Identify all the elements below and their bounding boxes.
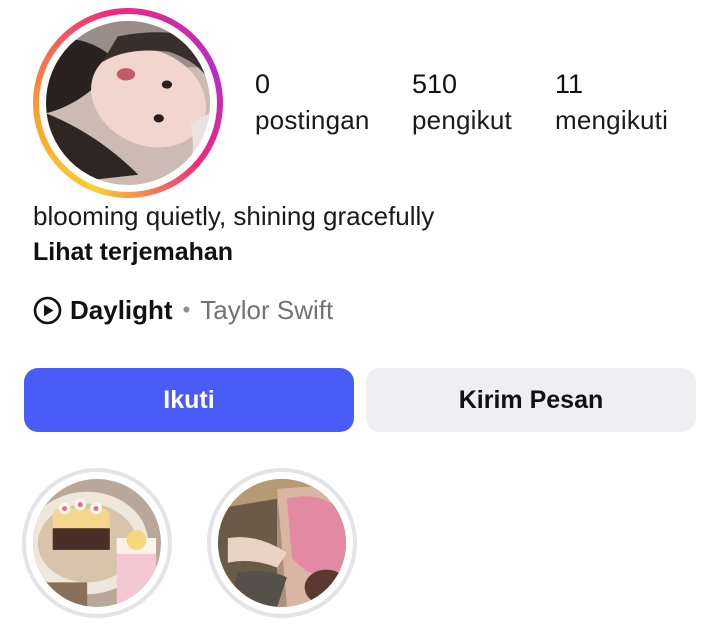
avatar[interactable]	[46, 21, 210, 185]
followers-stat[interactable]: 510 pengikut	[412, 66, 512, 138]
avatar-photo-icon	[46, 21, 210, 185]
avatar-border	[39, 14, 217, 192]
music-separator: •	[182, 297, 191, 322]
send-message-button[interactable]: Kirim Pesan	[366, 368, 696, 432]
see-translation-link[interactable]: Lihat terjemahan	[33, 234, 233, 270]
following-stat[interactable]: 11 mengikuti	[555, 66, 668, 138]
highlight-cake-photo-icon	[33, 479, 161, 607]
following-count: 11	[555, 69, 584, 99]
story-highlight-2[interactable]	[207, 468, 357, 618]
song-title: Daylight	[70, 294, 173, 325]
highlight-person-photo-icon	[218, 479, 346, 607]
followers-label: pengikut	[412, 105, 512, 135]
posts-stat[interactable]: 0 postingan	[255, 66, 370, 138]
artist-name: Taylor Swift	[200, 294, 334, 325]
follow-button[interactable]: Ikuti	[24, 368, 354, 432]
story-ring[interactable]	[33, 8, 223, 198]
followers-count: 510	[412, 69, 458, 99]
story-highlight-1[interactable]	[22, 468, 172, 618]
bio-text: blooming quietly, shining gracefully	[33, 201, 435, 231]
following-label: mengikuti	[555, 105, 669, 135]
posts-count: 0	[255, 69, 271, 99]
profile-music[interactable]: Daylight • Taylor Swift	[33, 292, 333, 328]
play-circle-icon	[33, 296, 62, 325]
posts-label: postingan	[255, 105, 370, 135]
profile-page: 0 postingan 510 pengikut 11 mengikuti bl…	[0, 0, 717, 636]
